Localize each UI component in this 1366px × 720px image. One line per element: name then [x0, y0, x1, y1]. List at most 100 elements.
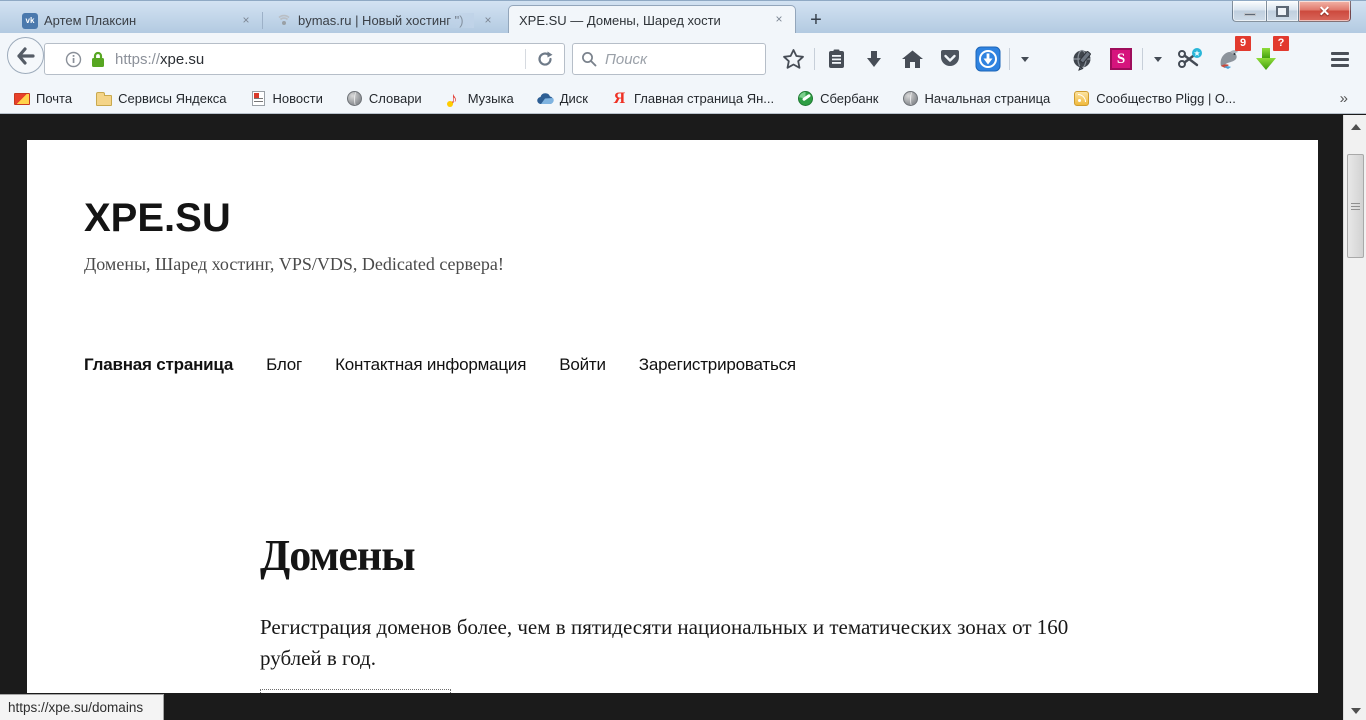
bookmark-sberbank[interactable]: Сбербанк [794, 89, 881, 109]
tab-strip: vk Артем Плаксин × bymas.ru | Новый хост… [0, 1, 1230, 34]
tab-close-icon[interactable]: × [480, 13, 496, 29]
nav-register-link[interactable]: Зарегистрироваться [639, 355, 796, 375]
cloud-icon [537, 91, 554, 107]
addon-dropdown-button[interactable] [1148, 43, 1168, 75]
downloads-button[interactable] [858, 43, 890, 75]
minimize-icon [1244, 13, 1256, 16]
search-icon [581, 51, 597, 67]
minimize-button[interactable] [1232, 1, 1266, 22]
tab-xpe-active[interactable]: XPE.SU — Домены, Шаред хости × [508, 5, 796, 34]
mail-icon [13, 91, 30, 107]
download-status-badge: ? [1273, 36, 1289, 51]
bookmarks-overflow-button[interactable]: » [1332, 90, 1356, 107]
lock-icon[interactable] [90, 51, 106, 68]
nav-contact-link[interactable]: Контактная информация [335, 355, 526, 375]
chevron-down-icon [1021, 57, 1029, 62]
navigation-toolbar: https://xpe.su [0, 33, 1366, 84]
chevron-down-icon [1154, 57, 1162, 62]
search-input[interactable] [605, 51, 735, 68]
site-title[interactable]: XPE.SU [84, 196, 231, 241]
url-bar[interactable]: https://xpe.su [44, 43, 565, 75]
bookmark-label: Почта [36, 91, 72, 106]
tab-bymas[interactable]: bymas.ru | Новый хостинг ") × [266, 7, 504, 34]
notifications-addon-button[interactable]: 9 [1212, 43, 1244, 75]
pocket-icon [939, 49, 961, 69]
home-icon [901, 49, 924, 70]
scrollbar-thumb[interactable] [1347, 154, 1364, 258]
url-host: xpe.su [160, 51, 204, 68]
triangle-up-icon [1351, 124, 1361, 130]
tab-separator [262, 12, 263, 29]
bookmark-dictionaries[interactable]: Словари [343, 89, 425, 109]
scroll-down-button[interactable] [1344, 703, 1366, 719]
pocket-button[interactable] [934, 43, 966, 75]
bookmarks-toolbar: Почта Сервисы Яндекса Новости Словари ♪ … [0, 84, 1366, 114]
nav-home-link[interactable]: Главная страница [84, 355, 233, 375]
notification-count-badge: 9 [1235, 36, 1251, 51]
radio-icon [276, 13, 292, 29]
globe-icon [346, 91, 363, 107]
status-link-preview: https://xpe.su/domains [0, 694, 164, 720]
restore-icon [1276, 6, 1289, 17]
restore-button[interactable] [1266, 1, 1299, 22]
tab-title: XPE.SU — Домены, Шаред хости [519, 13, 765, 28]
video-download-helper-button[interactable] [972, 43, 1004, 75]
scrapbook-addon-button[interactable]: S [1105, 43, 1137, 75]
vertical-scrollbar[interactable] [1343, 115, 1366, 720]
toolbar-separator [1142, 48, 1143, 70]
addon-icon-row: S 9 [1064, 43, 1285, 75]
tab-vk[interactable]: vk Артем Плаксин × [12, 7, 262, 34]
clipboard-icon [826, 48, 847, 70]
bookmark-news[interactable]: Новости [247, 89, 326, 109]
translate-page-button[interactable] [1067, 43, 1099, 75]
tab-title: bymas.ru | Новый хостинг ") [298, 13, 474, 28]
home-button[interactable] [896, 43, 928, 75]
folder-icon [95, 91, 112, 107]
site-navigation: Главная страница Блог Контактная информа… [84, 355, 796, 375]
search-bar[interactable] [572, 43, 766, 75]
bookmark-start-page[interactable]: Начальная страница [899, 89, 1054, 109]
vk-icon: vk [22, 13, 38, 29]
reading-list-button[interactable] [820, 43, 852, 75]
new-tab-button[interactable]: + [803, 10, 829, 32]
globe-icon [902, 91, 919, 107]
hamburger-icon [1331, 52, 1349, 55]
download-tile-icon [975, 46, 1001, 72]
section-text: Регистрация доменов более, чем в пятидес… [260, 612, 1078, 674]
sberbank-icon [797, 91, 814, 107]
toolbar-separator [814, 48, 815, 70]
section-title-domains: Домены [260, 530, 415, 581]
info-icon[interactable] [65, 51, 82, 68]
tab-close-icon[interactable]: × [238, 13, 254, 29]
back-button[interactable] [7, 37, 44, 74]
triangle-down-icon [1351, 708, 1361, 714]
bookmark-pligg[interactable]: Сообщество Pligg | O... [1070, 89, 1239, 109]
url-text[interactable]: https://xpe.su [115, 51, 204, 68]
screenshot-addon-button[interactable] [1174, 43, 1206, 75]
focused-link-outline[interactable] [260, 689, 451, 693]
bookmark-yandex-home[interactable]: Я Главная страница Ян... [608, 89, 777, 109]
menu-button[interactable] [1322, 43, 1358, 75]
bookmark-music[interactable]: ♪ Музыка [442, 89, 517, 109]
reload-button[interactable] [526, 44, 564, 74]
bookmark-label: Диск [560, 91, 588, 106]
tab-close-icon[interactable]: × [771, 12, 787, 28]
nav-blog-link[interactable]: Блог [266, 355, 302, 375]
scroll-up-button[interactable] [1344, 119, 1366, 135]
close-button[interactable]: ✕ [1299, 1, 1351, 22]
bookmark-label: Музыка [468, 91, 514, 106]
nav-login-link[interactable]: Войти [559, 355, 606, 375]
bookmark-mail[interactable]: Почта [10, 89, 75, 109]
tab-title-fade [737, 13, 765, 28]
bookmark-disk[interactable]: Диск [534, 89, 591, 109]
globe-pencil-icon [1071, 47, 1095, 71]
bookmark-star-button[interactable] [777, 43, 809, 75]
scissors-icon [1177, 47, 1203, 71]
bookmark-label: Сообщество Pligg | O... [1096, 91, 1236, 106]
download-dropdown-button[interactable] [1015, 43, 1035, 75]
tab-title: Артем Плаксин [44, 13, 232, 28]
toolbar-separator [1009, 48, 1010, 70]
toolbar-icon-row [774, 43, 1038, 75]
savefrom-addon-button[interactable]: ? [1250, 43, 1282, 75]
bookmark-yandex-services[interactable]: Сервисы Яндекса [92, 89, 229, 109]
